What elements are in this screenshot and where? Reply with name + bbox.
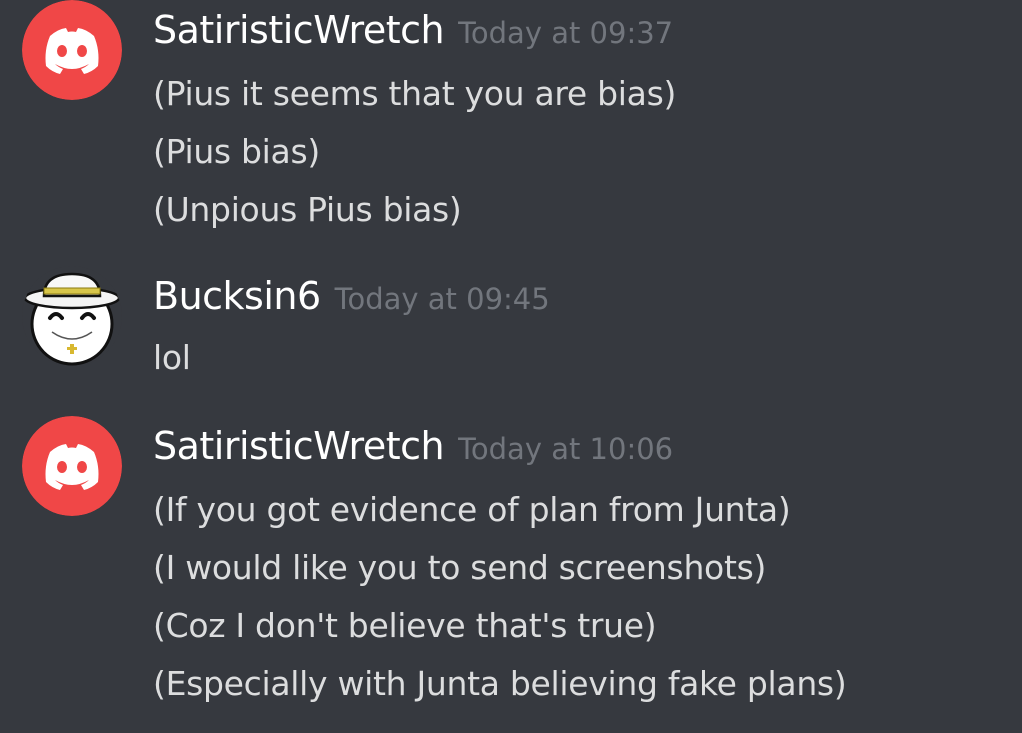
avatar[interactable] <box>22 0 122 100</box>
username[interactable]: Bucksin6 <box>153 274 321 318</box>
message-text: (Unpious Pius bias) <box>153 190 462 229</box>
username[interactable]: SatiristicWretch <box>153 8 445 52</box>
timestamp: Today at 09:37 <box>458 16 674 50</box>
discord-logo-icon <box>22 416 122 516</box>
timestamp: Today at 10:06 <box>458 432 674 466</box>
username[interactable]: SatiristicWretch <box>153 424 445 468</box>
avatar[interactable] <box>22 266 122 366</box>
message-text: (Especially with Junta believing fake pl… <box>153 664 847 703</box>
message-text: (If you got evidence of plan from Junta) <box>153 490 791 529</box>
message-header: SatiristicWretch Today at 09:37 <box>153 8 673 52</box>
message-text: (Pius bias) <box>153 132 320 171</box>
message-text: (I would like you to send screenshots) <box>153 548 767 587</box>
avatar[interactable] <box>22 416 122 516</box>
message-header: Bucksin6 Today at 09:45 <box>153 274 550 318</box>
timestamp: Today at 09:45 <box>334 282 550 316</box>
discord-logo-icon <box>22 0 122 100</box>
message-header: SatiristicWretch Today at 10:06 <box>153 424 673 468</box>
message-text: (Coz I don't believe that's true) <box>153 606 657 645</box>
message-text: lol <box>153 338 191 377</box>
countryball-pope-hat-icon <box>22 266 122 366</box>
chat-message-list: SatiristicWretch Today at 09:37 (Pius it … <box>0 0 1022 733</box>
message-text: (Pius it seems that you are bias) <box>153 74 677 113</box>
